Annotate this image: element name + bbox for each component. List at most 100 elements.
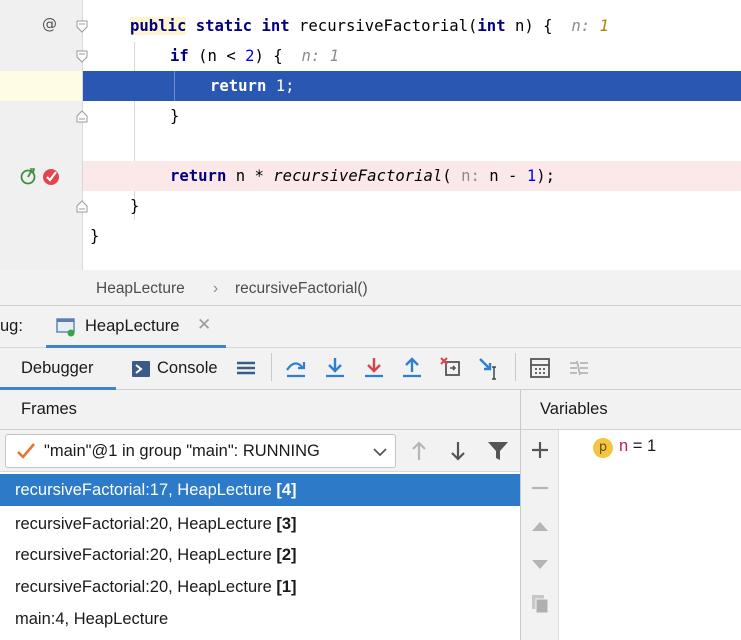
frames-title: Frames — [21, 400, 77, 418]
frame-row[interactable]: recursiveFactorial:20, HeapLecture [2] — [0, 539, 520, 571]
code-editor[interactable]: @ public static int recursiveFactorial(i… — [0, 0, 741, 270]
tab-debugger-label: Debugger — [21, 359, 94, 377]
argument: n - — [479, 167, 527, 185]
toolbar-separator — [271, 353, 272, 381]
breadcrumb-method[interactable]: recursiveFactorial() — [235, 270, 368, 308]
method-call: recursiveFactorial — [273, 167, 443, 185]
previous-frame-icon[interactable] — [409, 440, 429, 462]
punctuation: ( — [468, 17, 478, 35]
code-line-method-close[interactable]: } — [83, 191, 741, 221]
toolbar-separator — [515, 353, 516, 381]
parameter-name: n — [514, 17, 525, 35]
variables-panel: Variables p n = 1 — [521, 390, 741, 640]
parameter-badge-icon: p — [593, 438, 613, 458]
next-frame-icon[interactable] — [448, 440, 468, 462]
remove-watch-icon[interactable] — [530, 478, 550, 498]
evaluate-expression-icon[interactable] — [527, 353, 553, 383]
thread-selector-value: "main"@1 in group "main": RUNNING — [44, 442, 320, 460]
editor-gutter[interactable] — [0, 0, 82, 270]
frame-location: recursiveFactorial:20, HeapLecture — [15, 578, 277, 596]
code-line-if-close[interactable]: } — [83, 101, 741, 131]
step-back-icon[interactable] — [19, 167, 37, 185]
tab-debugger[interactable]: Debugger — [0, 348, 116, 390]
keyword: public — [130, 17, 187, 35]
code-line-breakpoint[interactable]: return n * recursiveFactorial( n: n - 1)… — [83, 161, 741, 191]
step-into-icon[interactable] — [322, 353, 348, 383]
frame-location: recursiveFactorial:17, HeapLecture — [15, 481, 277, 499]
keyword: if — [170, 47, 189, 65]
punctuation: } — [130, 197, 140, 215]
punctuation: ) { — [524, 17, 553, 35]
close-icon[interactable]: ✕ — [197, 315, 211, 335]
drop-frame-icon[interactable] — [438, 353, 464, 383]
code-line-method-signature[interactable]: public static int recursiveFactorial(int… — [83, 11, 741, 41]
add-watch-icon[interactable] — [530, 440, 550, 460]
tab-console[interactable]: Console — [124, 348, 224, 390]
frames-panel: Frames "main"@1 in group "main": RUNNING… — [0, 390, 520, 640]
keyword: return — [210, 77, 267, 95]
frames-header: Frames — [0, 390, 520, 430]
tab-console-label: Console — [157, 359, 218, 377]
inline-value-hint: n: — [571, 17, 591, 35]
variables-header: Variables — [521, 390, 741, 430]
punctuation: } — [90, 227, 100, 245]
code-line-if[interactable]: if (n < 2) { n: 1 — [83, 41, 741, 71]
checkmark-icon — [17, 443, 35, 459]
variable-equals: = — [628, 437, 647, 455]
variable-name: n — [619, 437, 629, 455]
breadcrumb-class[interactable]: HeapLecture — [96, 270, 185, 308]
keyword: return — [170, 167, 227, 185]
punctuation: ( — [442, 167, 452, 185]
thread-bar: "main"@1 in group "main": RUNNING — [0, 430, 520, 472]
method-name: recursiveFactorial — [299, 17, 469, 35]
execution-line-gutter-highlight — [0, 71, 82, 101]
step-out-icon[interactable] — [399, 353, 425, 383]
layout-icon[interactable] — [233, 353, 259, 383]
indent-guide — [174, 71, 175, 101]
condition: (n < — [198, 47, 246, 65]
frame-index: [4] — [276, 481, 297, 499]
breakpoint-icon[interactable] — [41, 166, 61, 186]
copy-icon[interactable] — [530, 593, 550, 615]
punctuation: ) { — [254, 47, 283, 65]
frame-row[interactable]: recursiveFactorial:17, HeapLecture [4] — [0, 474, 520, 506]
frame-index: [1] — [276, 578, 297, 596]
keyword: int — [477, 17, 506, 35]
punctuation: ; — [285, 77, 295, 95]
expression: n * — [235, 167, 274, 185]
implements-marker[interactable]: @ — [42, 15, 57, 33]
punctuation: } — [170, 107, 180, 125]
keyword: int — [261, 17, 290, 35]
frame-row[interactable]: recursiveFactorial:20, HeapLecture [1] — [0, 571, 520, 603]
number-literal: 2 — [245, 47, 255, 65]
force-step-into-icon[interactable] — [361, 353, 387, 383]
application-window-icon — [56, 318, 75, 337]
frame-index: [2] — [276, 546, 297, 564]
code-line-class-close[interactable]: } — [83, 221, 741, 251]
breadcrumb: HeapLecture › recursiveFactorial() — [0, 270, 741, 306]
move-up-icon[interactable] — [530, 518, 550, 534]
inline-value-hint: n: 1 — [301, 47, 340, 65]
debug-tool-window-header: ug: HeapLecture ✕ — [0, 306, 741, 348]
number-literal: 1 — [526, 167, 537, 185]
number-literal: 1 — [275, 77, 286, 95]
step-over-icon[interactable] — [283, 353, 309, 383]
filter-icon[interactable] — [487, 441, 509, 461]
parameter-hint: n: — [461, 167, 480, 185]
variables-title: Variables — [540, 400, 608, 418]
session-tab-label: HeapLecture — [85, 317, 180, 335]
run-to-cursor-icon[interactable] — [477, 353, 503, 383]
frame-location: recursiveFactorial:20, HeapLecture — [15, 546, 277, 564]
frame-row[interactable]: main:4, HeapLecture — [0, 603, 520, 635]
keyword: static — [195, 17, 253, 35]
move-down-icon[interactable] — [530, 557, 550, 573]
punctuation: ); — [536, 167, 555, 185]
frame-row[interactable]: recursiveFactorial:20, HeapLecture [3] — [0, 508, 520, 540]
trace-stream-icon[interactable] — [566, 353, 592, 383]
breadcrumb-separator-icon: › — [213, 280, 219, 297]
session-tab[interactable]: HeapLecture ✕ — [46, 306, 226, 348]
code-line-execution-point[interactable]: return 1; — [83, 71, 741, 101]
thread-selector[interactable]: "main"@1 in group "main": RUNNING — [5, 434, 396, 468]
console-icon — [132, 361, 150, 377]
frame-location: main:4, HeapLecture — [15, 610, 169, 628]
